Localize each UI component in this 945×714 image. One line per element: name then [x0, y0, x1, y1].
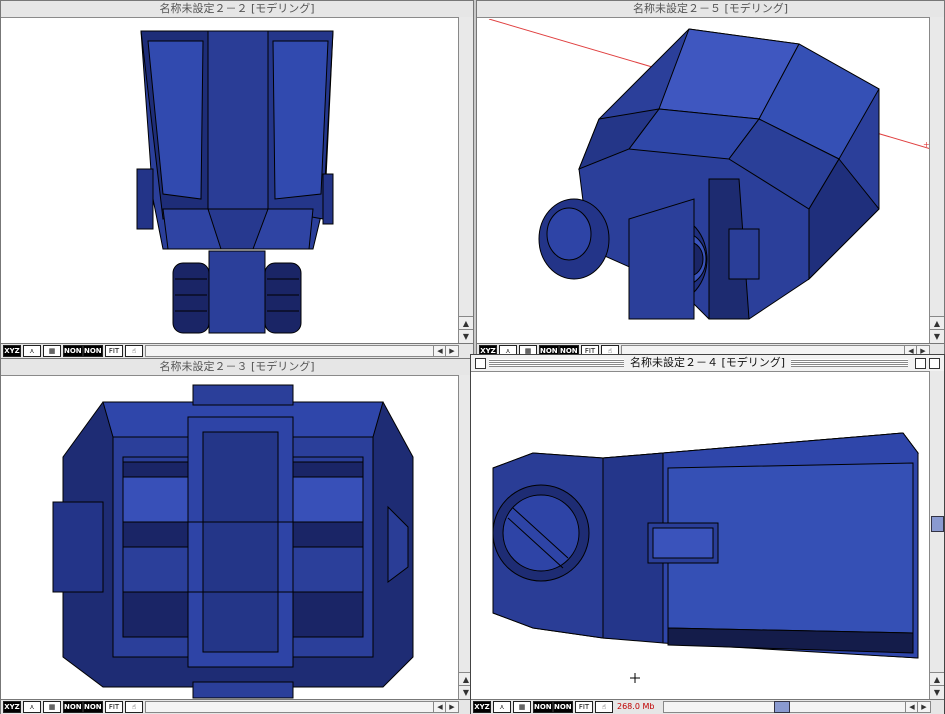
- perspective-icon[interactable]: ⋏: [23, 345, 41, 357]
- none-toggle-2[interactable]: NONE: [83, 345, 103, 357]
- viewport-toolbar: XYZ ⋏ ▦ NONE NONE FIT ☝ 268.0 Mb ◀ ▶: [471, 699, 944, 714]
- model-viewport[interactable]: [473, 373, 931, 699]
- model-viewport[interactable]: [3, 19, 459, 343]
- hand-pan-icon[interactable]: ☝: [125, 345, 143, 357]
- model-side-view: [492, 432, 919, 683]
- grid-icon[interactable]: ▦: [43, 701, 61, 713]
- scroll-up-button[interactable]: ▲: [930, 316, 944, 330]
- perspective-icon[interactable]: ⋏: [23, 701, 41, 713]
- scroll-down-button[interactable]: ▼: [930, 685, 944, 699]
- scroll-up-button[interactable]: ▲: [930, 672, 944, 686]
- scroll-thumb[interactable]: [931, 516, 944, 532]
- viewport-window-top-left[interactable]: 名称未設定２－２ [モデリング] ▲ ▼ XYZ ⋏ ▦ NON NON FIT…: [0, 0, 474, 358]
- model-viewport[interactable]: [3, 377, 459, 699]
- horizontal-scrollbar[interactable]: ◀ ▶: [663, 701, 931, 713]
- vertical-scrollbar[interactable]: ▲ ▼: [929, 371, 944, 699]
- scroll-right-button[interactable]: ▶: [445, 702, 458, 712]
- vertical-scrollbar[interactable]: ▲ ▼: [458, 17, 473, 343]
- window-title: 名称未設定２－３ [モデリング]: [153, 360, 321, 373]
- scroll-down-button[interactable]: ▼: [930, 329, 944, 343]
- model-top-view: [52, 384, 414, 699]
- collapse-box[interactable]: [929, 358, 940, 369]
- xyz-axis-icon[interactable]: XYZ: [473, 701, 491, 713]
- zoom-box[interactable]: [915, 358, 926, 369]
- horizontal-scrollbar[interactable]: ◀ ▶: [145, 345, 459, 357]
- window-titlebar[interactable]: 名称未設定２－５ [モデリング]: [477, 1, 944, 18]
- scroll-right-button[interactable]: ▶: [917, 702, 930, 712]
- window-titlebar[interactable]: 名称未設定２－４ [モデリング]: [471, 355, 944, 372]
- hand-pan-icon[interactable]: ☝: [125, 701, 143, 713]
- model-viewport[interactable]: +X: [479, 19, 931, 343]
- window-title: 名称未設定２－４ [モデリング]: [623, 356, 792, 369]
- window-titlebar[interactable]: 名称未設定２－３ [モデリング]: [1, 359, 473, 376]
- none-toggle-2[interactable]: NONE: [553, 701, 573, 713]
- window-title: 名称未設定２－２ [モデリング]: [153, 2, 321, 15]
- vertical-scrollbar[interactable]: ▲ ▼: [929, 17, 944, 343]
- xyz-axis-icon[interactable]: XYZ: [3, 345, 21, 357]
- grid-icon[interactable]: ▦: [513, 701, 531, 713]
- fit-button[interactable]: FIT: [105, 345, 123, 357]
- grid-icon[interactable]: ▦: [43, 345, 61, 357]
- scroll-down-button[interactable]: ▼: [459, 329, 473, 343]
- scroll-thumb[interactable]: [774, 701, 790, 713]
- horizontal-scrollbar[interactable]: ◀ ▶: [145, 701, 459, 713]
- window-titlebar[interactable]: 名称未設定２－２ [モデリング]: [1, 1, 473, 18]
- close-box[interactable]: [475, 358, 486, 369]
- viewport-toolbar: XYZ ⋏ ▦ NONE NONE FIT ☝ ◀ ▶: [1, 699, 473, 714]
- none-toggle-1[interactable]: NONE: [533, 701, 553, 713]
- model-front-view: [136, 30, 334, 334]
- none-toggle-1[interactable]: NONE: [63, 701, 83, 713]
- xyz-axis-icon[interactable]: XYZ: [3, 701, 21, 713]
- window-title: 名称未設定２－５ [モデリング]: [626, 2, 795, 15]
- fit-button[interactable]: FIT: [105, 701, 123, 713]
- scroll-up-button[interactable]: ▲: [459, 316, 473, 330]
- fit-button[interactable]: FIT: [575, 701, 593, 713]
- viewport-window-top-right[interactable]: 名称未設定２－５ [モデリング] +X: [476, 0, 945, 358]
- viewport-toolbar: XYZ ⋏ ▦ NONE NONE FIT ☝ ◀ ▶: [1, 343, 473, 358]
- viewport-window-bottom-left[interactable]: 名称未設定２－３ [モデリング] ▲ ▼ XYZ ⋏ ▦ NON NON FIT…: [0, 358, 474, 714]
- viewport-window-bottom-right[interactable]: 名称未設定２－４ [モデリング] ▲ ▼ XYZ ⋏ ▦ NON NON FIT…: [470, 354, 945, 714]
- none-toggle-2[interactable]: NONE: [83, 701, 103, 713]
- memory-readout: 268.0 Mb: [617, 702, 655, 711]
- crosshair-cursor-icon: [630, 673, 640, 683]
- perspective-icon[interactable]: ⋏: [493, 701, 511, 713]
- scroll-right-button[interactable]: ▶: [445, 346, 458, 356]
- hand-pan-icon[interactable]: ☝: [595, 701, 613, 713]
- model-perspective-view: +X: [488, 19, 931, 320]
- none-toggle-1[interactable]: NONE: [63, 345, 83, 357]
